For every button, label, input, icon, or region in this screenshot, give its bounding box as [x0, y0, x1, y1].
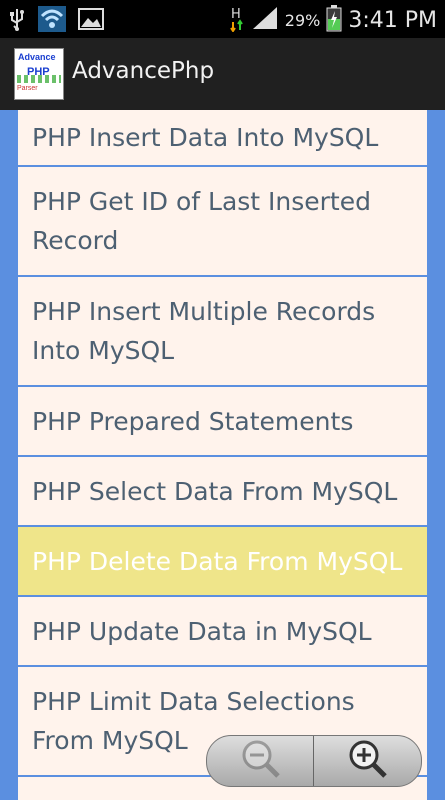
app-logo[interactable]: Advance PHP Parser	[14, 48, 64, 100]
signal-icon	[251, 5, 279, 35]
list-item[interactable]: PHP Insert Multiple Records Into MySQL	[18, 277, 427, 387]
list-item-label: PHP Update Data in MySQL	[32, 616, 372, 646]
zoom-control	[206, 735, 422, 787]
list-item-selected[interactable]: PHP Delete Data From MySQL	[18, 527, 427, 597]
action-bar: Advance PHP Parser AdvancePhp	[0, 38, 445, 112]
zoom-out-button[interactable]	[207, 736, 314, 786]
list-item-label: PHP Prepared Statements	[32, 406, 354, 436]
app-logo-line1: Advance	[18, 52, 56, 62]
status-left-icons	[8, 6, 104, 36]
list-item-label: PHP Select Data From MySQL	[32, 476, 398, 506]
zoom-out-icon	[240, 738, 282, 784]
image-icon	[78, 7, 104, 35]
usb-icon	[8, 7, 26, 35]
zoom-in-icon	[347, 738, 389, 784]
wifi-icon	[38, 6, 66, 36]
list-item[interactable]: PHP Get ID of Last Inserted Record	[18, 167, 427, 277]
list-item[interactable]: PHP Select Data From MySQL	[18, 457, 427, 527]
svg-text:H: H	[231, 7, 241, 22]
app-title: AdvancePhp	[72, 58, 215, 84]
clock: 3:41 PM	[348, 7, 437, 33]
list-item-label: PHP Insert Multiple Records Into MySQL	[32, 297, 376, 365]
list-item[interactable]: PHP Prepared Statements	[18, 387, 427, 457]
list-item[interactable]: PHP Update Data in MySQL	[18, 597, 427, 667]
battery-charging-icon	[326, 4, 342, 36]
list-item-label: PHP Get ID of Last Inserted Record	[32, 187, 371, 255]
app-logo-decoration	[17, 75, 61, 83]
status-right: H 29% 3:41 PM	[229, 4, 437, 36]
status-bar: H 29% 3:41 PM	[0, 0, 445, 38]
list-item[interactable]: PHP Insert Data Into MySQL	[18, 110, 427, 167]
list-item-label: PHP Insert Data Into MySQL	[32, 123, 379, 152]
list-item-label: PHP Delete Data From MySQL	[32, 546, 403, 576]
list-container[interactable]: PHP Insert Data Into MySQL PHP Get ID of…	[0, 110, 445, 800]
app-logo-line3: Parser	[17, 85, 38, 92]
zoom-in-button[interactable]	[313, 736, 421, 786]
network-h-icon: H	[229, 4, 245, 36]
menu-list: PHP Insert Data Into MySQL PHP Get ID of…	[18, 110, 427, 800]
battery-percent: 29%	[284, 10, 321, 30]
